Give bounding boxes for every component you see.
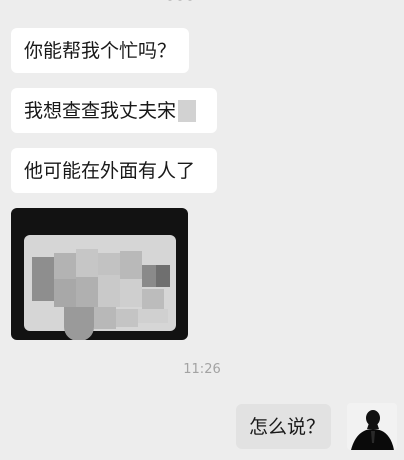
person-silhouette-avatar[interactable] (347, 403, 397, 450)
incoming-message[interactable]: 他可能在外面有人了 (11, 148, 217, 193)
message-timestamp: 11:26 (183, 362, 221, 377)
blurred-card-image (24, 235, 176, 340)
incoming-message[interactable]: 我想查查我丈夫宋 (11, 88, 217, 133)
message-text: 怎么说？ (249, 415, 326, 438)
message-text: 他可能在外面有人了 (24, 159, 196, 182)
censored-text-mosaic (178, 99, 197, 122)
photo-message[interactable] (11, 208, 188, 340)
message-text: 我想查查我丈夫宋 (24, 99, 177, 122)
outgoing-message[interactable]: 怎么说？ (236, 404, 331, 449)
message-text: 你能帮我个忙吗？ (24, 39, 177, 62)
scroll-indicator (150, 0, 210, 3)
avatar-icon (347, 403, 397, 450)
incoming-message[interactable]: 你能帮我个忙吗？ (11, 28, 189, 73)
